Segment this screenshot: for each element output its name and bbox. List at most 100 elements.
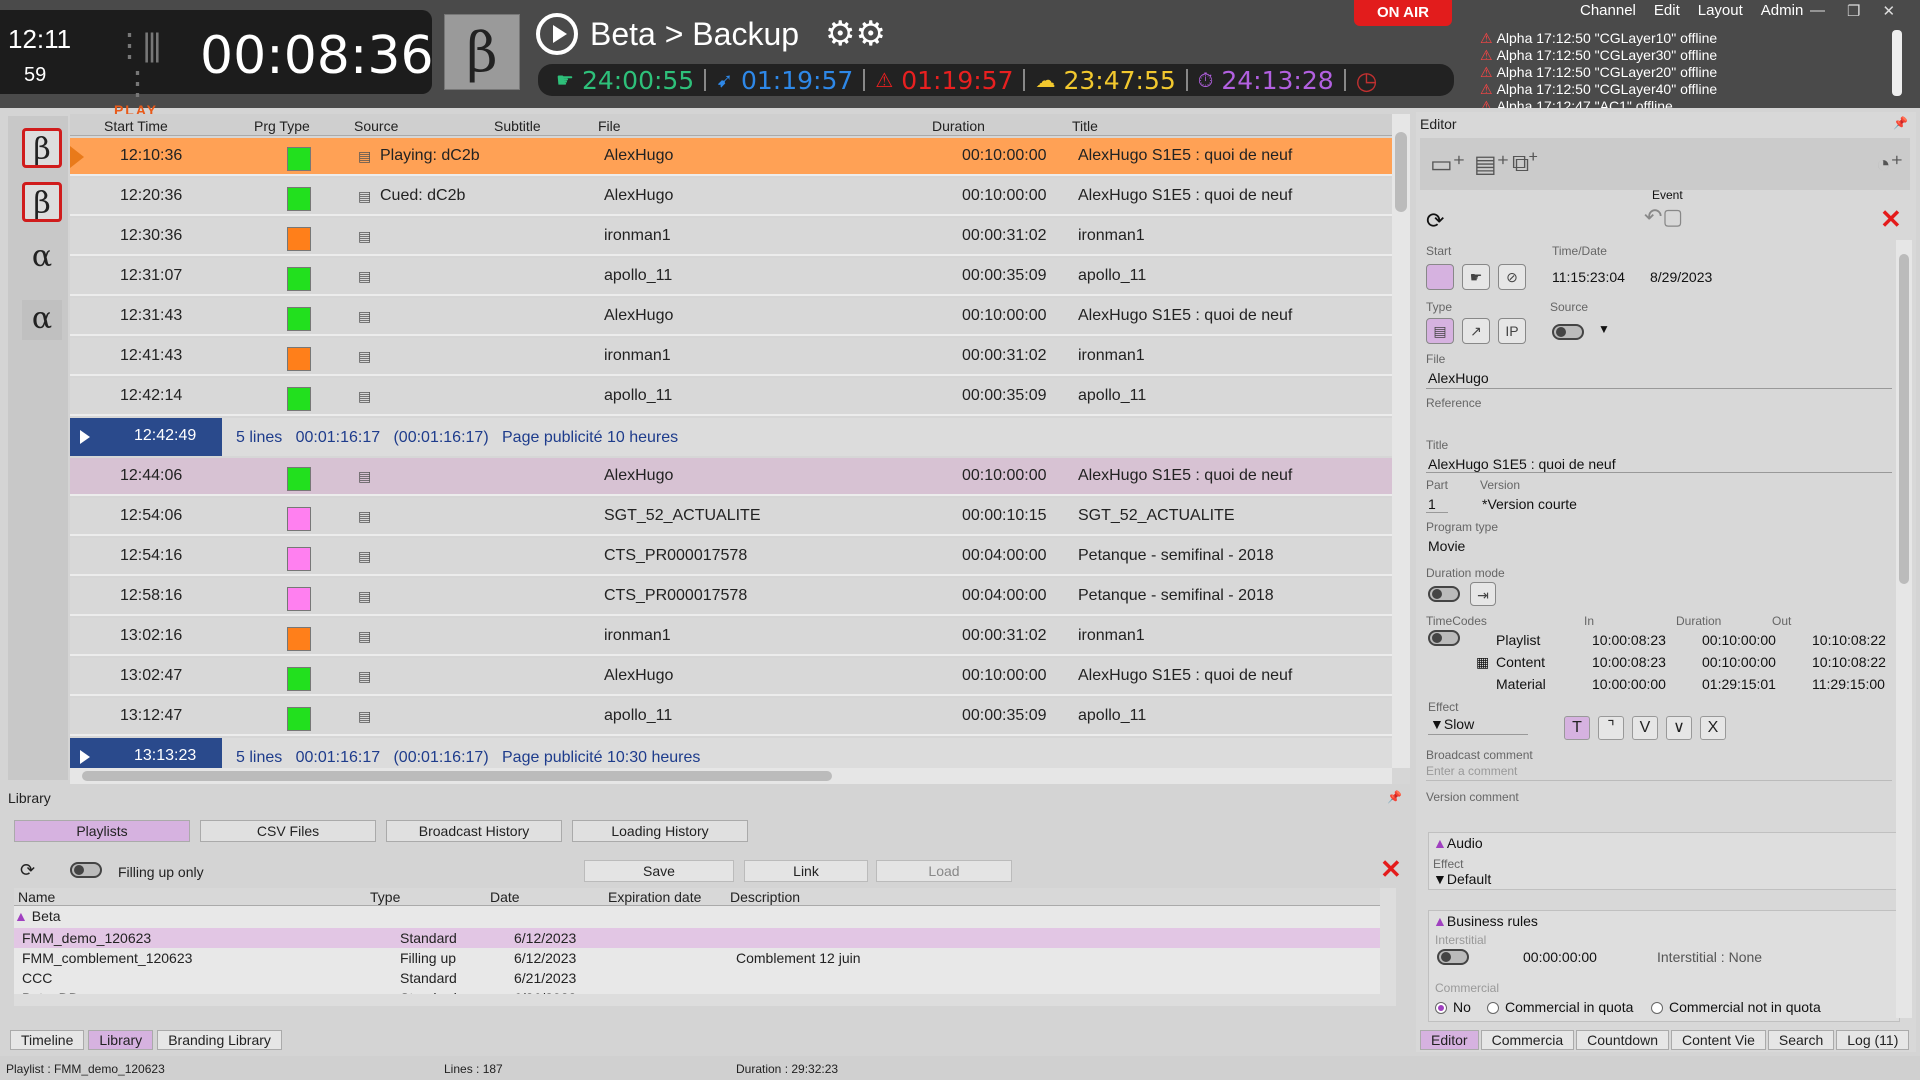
tab-editor[interactable]: Editor [1420, 1030, 1479, 1050]
effect-fadein-button[interactable]: ⌝ [1598, 716, 1624, 740]
table-row[interactable]: 12:58:16 ▤ CTS_PR000017578 00:04:00:00 Petan… [70, 578, 1392, 616]
tab-broadcast-history[interactable]: Broadcast History [386, 820, 562, 842]
menu-layout[interactable]: Layout [1698, 2, 1743, 24]
col-title[interactable]: Title [1072, 118, 1098, 134]
channel-alpha-button[interactable]: α [22, 238, 62, 278]
settings-gears-icon[interactable]: ⚙⚙ [825, 14, 886, 54]
file-field[interactable]: AlexHugo [1428, 370, 1489, 386]
editor-scrollbar[interactable] [1896, 240, 1912, 1018]
refresh-icon[interactable]: ⟳ [1426, 208, 1444, 234]
start-fixed-button[interactable] [1426, 264, 1454, 290]
type-live-button[interactable]: ↗ [1462, 318, 1490, 344]
tab-content-view[interactable]: Content Vie [1670, 1030, 1766, 1050]
col-date[interactable]: Date [490, 889, 520, 905]
pin-icon[interactable]: 📌 [1893, 116, 1908, 130]
business-rules-header[interactable]: ▲Business rules [1433, 913, 1538, 929]
add-comment-icon[interactable]: ▤⁺ [1474, 150, 1509, 179]
load-button[interactable]: Load [876, 860, 1012, 882]
grid-vertical-scrollbar[interactable] [1392, 114, 1410, 768]
library-horizontal-scrollbar[interactable] [14, 994, 1380, 1006]
alert-item[interactable]: ⚠ Alpha 17:12:50 "CGLayer30" offline [1480, 47, 1890, 64]
type-ip-button[interactable]: IP [1498, 318, 1526, 344]
radio-no[interactable]: No [1435, 999, 1471, 1015]
tab-loading-history[interactable]: Loading History [572, 820, 748, 842]
radio-commercial-in-quota[interactable]: Commercial in quota [1487, 999, 1633, 1015]
tab-csv-files[interactable]: CSV Files [200, 820, 376, 842]
table-row[interactable]: 12:31:43 ▤ AlexHugo 00:10:00:00 AlexHugo S1E… [70, 298, 1392, 336]
duration-mode-icon[interactable]: ⇥ [1470, 582, 1496, 606]
tab-timeline[interactable]: Timeline [10, 1030, 85, 1050]
delete-icon[interactable]: ✕ [1380, 854, 1402, 885]
library-vertical-scrollbar[interactable] [1380, 888, 1396, 1006]
start-manual-button[interactable]: ⊘ [1498, 264, 1526, 290]
link-button[interactable]: Link [744, 860, 868, 882]
table-row[interactable]: 12:41:43 ▤ ironman1 00:00:31:02 ironman1 [70, 338, 1392, 376]
record-timer-icon[interactable]: ◷ [1346, 66, 1388, 95]
col-start-time[interactable]: Start Time [104, 118, 168, 134]
table-row[interactable]: 13:02:16 ▤ ironman1 00:00:31:02 ironman1 [70, 618, 1392, 656]
list-item[interactable]: FMM_demo_120623 Standard 6/12/2023 [14, 928, 1380, 948]
table-row[interactable]: 12:10:36 ▤ Playing: dC2b AlexHugo 00:10:00:0… [70, 138, 1392, 176]
scroll-thumb[interactable] [82, 771, 832, 781]
alerts-scrollbar[interactable] [1892, 30, 1902, 96]
type-video-button[interactable]: ▤ [1426, 318, 1454, 344]
channel-badge[interactable]: β [444, 14, 520, 90]
group-row[interactable]: 12:42:49 5 lines 00:01:16:17 (00:01:16:17… [70, 418, 1392, 456]
tab-countdown[interactable]: Countdown [1576, 1030, 1669, 1050]
effect-cross-button[interactable]: X [1700, 716, 1726, 740]
add-graphics-icon[interactable]: ◔⁺ [1876, 150, 1903, 179]
tab-playlists[interactable]: Playlists [14, 820, 190, 842]
expand-icon[interactable] [80, 430, 90, 444]
table-row[interactable]: 12:20:36 ▤ Cued: dC2b AlexHugo 00:10:00:00 Al… [70, 178, 1392, 216]
tab-branding-library[interactable]: Branding Library [157, 1030, 282, 1050]
expand-icon[interactable] [80, 750, 90, 764]
col-prg-type[interactable]: Prg Type [254, 118, 310, 134]
alert-item[interactable]: ⚠ Alpha 17:12:50 "CGLayer40" offline [1480, 81, 1890, 98]
audio-header[interactable]: ▲Audio [1433, 835, 1483, 851]
source-toggle[interactable] [1552, 324, 1584, 340]
list-item[interactable]: CCC Standard 6/21/2023 [14, 968, 1380, 988]
scroll-thumb[interactable] [1395, 132, 1407, 212]
table-row[interactable]: 13:02:47 ▤ AlexHugo 00:10:00:00 AlexHugo S1E… [70, 658, 1392, 696]
source-dropdown-icon[interactable]: ▼ [1598, 322, 1610, 336]
tab-log[interactable]: Log (11) [1836, 1030, 1910, 1050]
library-group-beta[interactable]: ▲ Beta [14, 908, 61, 924]
table-row[interactable]: 12:54:16 ▤ CTS_PR000017578 00:04:00:00 Petan… [70, 538, 1392, 576]
program-type-field[interactable]: Movie [1428, 538, 1465, 554]
table-row[interactable]: 12:54:06 ▤ SGT_52_ACTUALITE 00:00:10:15 SGT_… [70, 498, 1392, 536]
start-time-value[interactable]: 11:15:23:04 [1552, 269, 1625, 285]
broadcast-comment-input[interactable]: Enter a comment [1426, 764, 1517, 778]
channel-beta-backup-button[interactable]: β [22, 182, 62, 222]
radio-commercial-not-in-quota[interactable]: Commercial not in quota [1651, 999, 1821, 1015]
col-subtitle[interactable]: Subtitle [494, 118, 541, 134]
start-follow-button[interactable]: ☛ [1462, 264, 1490, 290]
effect-fadeout-button[interactable]: V [1632, 716, 1658, 740]
menu-edit[interactable]: Edit [1654, 2, 1680, 24]
col-name[interactable]: Name [18, 889, 55, 905]
alert-item[interactable]: ⚠ Alpha 17:12:50 "CGLayer10" offline [1480, 30, 1890, 47]
filling-toggle[interactable] [70, 862, 102, 878]
audio-effect-field[interactable]: ▼Default [1433, 871, 1491, 887]
alert-item[interactable]: ⚠ Alpha 17:12:47 "AC1" offline [1480, 98, 1890, 108]
col-file[interactable]: File [598, 118, 621, 134]
effect-mix-button[interactable]: ∨ [1666, 716, 1692, 740]
restore-icon[interactable]: ❐ [1847, 2, 1860, 20]
effect-field[interactable]: ▼Slow [1430, 716, 1474, 732]
table-row[interactable]: 12:44:06 ▤ AlexHugo 00:10:00:00 AlexHugo S1E… [70, 458, 1392, 496]
save-button[interactable]: Save [584, 860, 734, 882]
table-row[interactable]: 13:12:47 ▤ apollo_11 00:00:35:09 apollo_11 [70, 698, 1392, 736]
tab-library[interactable]: Library [88, 1030, 154, 1050]
menu-channel[interactable]: Channel [1580, 2, 1636, 24]
col-duration[interactable]: Duration [932, 118, 985, 134]
alert-item[interactable]: ⚠ Alpha 17:12:50 "CGLayer20" offline [1480, 64, 1890, 81]
effect-cut-button[interactable]: T [1564, 716, 1590, 740]
tab-commercial[interactable]: Commercia [1480, 1030, 1575, 1050]
timecodes-toggle[interactable] [1428, 630, 1460, 646]
refresh-icon[interactable]: ⟳ [20, 860, 35, 881]
col-description[interactable]: Description [730, 889, 800, 905]
interstitial-time[interactable]: 00:00:00:00 [1523, 949, 1597, 965]
grid-horizontal-scrollbar[interactable] [70, 768, 1392, 784]
list-item[interactable]: FMM_comblement_120623 Filling up 6/12/2023… [14, 948, 1380, 968]
table-row[interactable]: 12:30:36 ▤ ironman1 00:00:31:02 ironman1 [70, 218, 1392, 256]
col-expiration[interactable]: Expiration date [608, 889, 701, 905]
